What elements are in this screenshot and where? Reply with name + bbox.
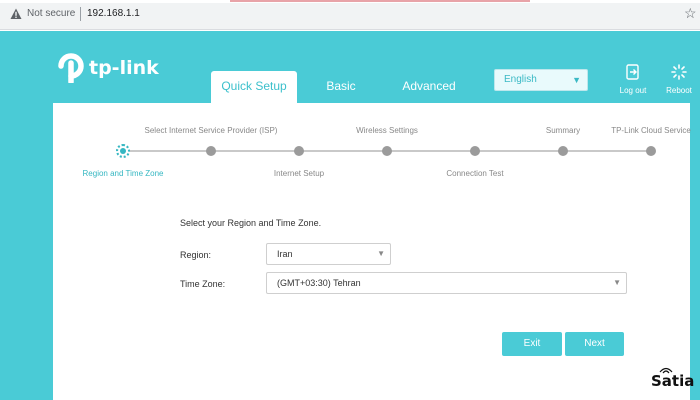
logout-button[interactable]: Log out (618, 64, 648, 95)
watermark-text: Satia (651, 372, 695, 390)
chevron-down-icon: ▼ (377, 249, 385, 258)
step-label-isp: Select Internet Service Provider (ISP) (144, 126, 278, 135)
step-label-summary: Summary (545, 126, 581, 135)
router-header: tp-link Quick Setup Basic Advanced Engli… (0, 31, 700, 103)
logout-label: Log out (619, 86, 647, 95)
reboot-button[interactable]: Reboot (664, 64, 694, 95)
star-icon[interactable]: ☆ (684, 5, 697, 21)
step-dot-region (116, 144, 130, 158)
url-field[interactable]: 192.168.1.1 (87, 8, 140, 19)
tab-quick-setup[interactable]: Quick Setup (211, 71, 297, 103)
reboot-label: Reboot (666, 86, 692, 95)
warning-icon[interactable] (10, 8, 22, 20)
step-dot-connection-test (470, 146, 480, 156)
exit-button[interactable]: Exit (502, 332, 562, 356)
region-value: Iran (277, 249, 293, 259)
tab-highlight (230, 0, 530, 2)
step-label-cloud: TP-Link Cloud Service (611, 126, 691, 135)
step-label-internet-setup: Internet Setup (273, 169, 325, 178)
region-label: Region: (180, 250, 212, 260)
step-dot-wireless (382, 146, 392, 156)
tab-strip-edge (0, 0, 700, 3)
timezone-value: (GMT+03:30) Tehran (277, 278, 361, 288)
step-label-wireless: Wireless Settings (356, 126, 418, 135)
browser-address-bar: Not secure 192.168.1.1 ☆ (0, 0, 700, 30)
step-dot-isp (206, 146, 216, 156)
reboot-icon (671, 64, 687, 80)
next-button[interactable]: Next (565, 332, 624, 356)
chevron-down-icon: ▼ (572, 75, 581, 85)
tab-advanced[interactable]: Advanced (390, 71, 468, 103)
step-dot-summary (558, 146, 568, 156)
left-border (0, 103, 53, 400)
divider (80, 7, 81, 21)
language-select[interactable]: English ▼ (494, 69, 588, 91)
language-value: English (504, 74, 537, 85)
security-status-text[interactable]: Not secure (27, 8, 75, 19)
tp-link-logo-mark-icon (58, 53, 84, 83)
timezone-select[interactable]: (GMT+03:30) Tehran ▼ (266, 272, 627, 294)
right-border (690, 103, 700, 400)
logout-icon (626, 64, 639, 80)
timezone-label: Time Zone: (180, 279, 226, 289)
step-label-connection-test: Connection Test (446, 169, 504, 178)
region-select[interactable]: Iran ▼ (266, 243, 391, 265)
step-dot-cloud (646, 146, 656, 156)
step-dot-internet-setup (294, 146, 304, 156)
chevron-down-icon: ▼ (613, 278, 621, 287)
step-label-region: Region and Time Zone (82, 169, 164, 178)
tab-basic[interactable]: Basic (310, 71, 372, 103)
form-title: Select your Region and Time Zone. (180, 218, 322, 228)
brand-name: tp-link (89, 57, 159, 79)
